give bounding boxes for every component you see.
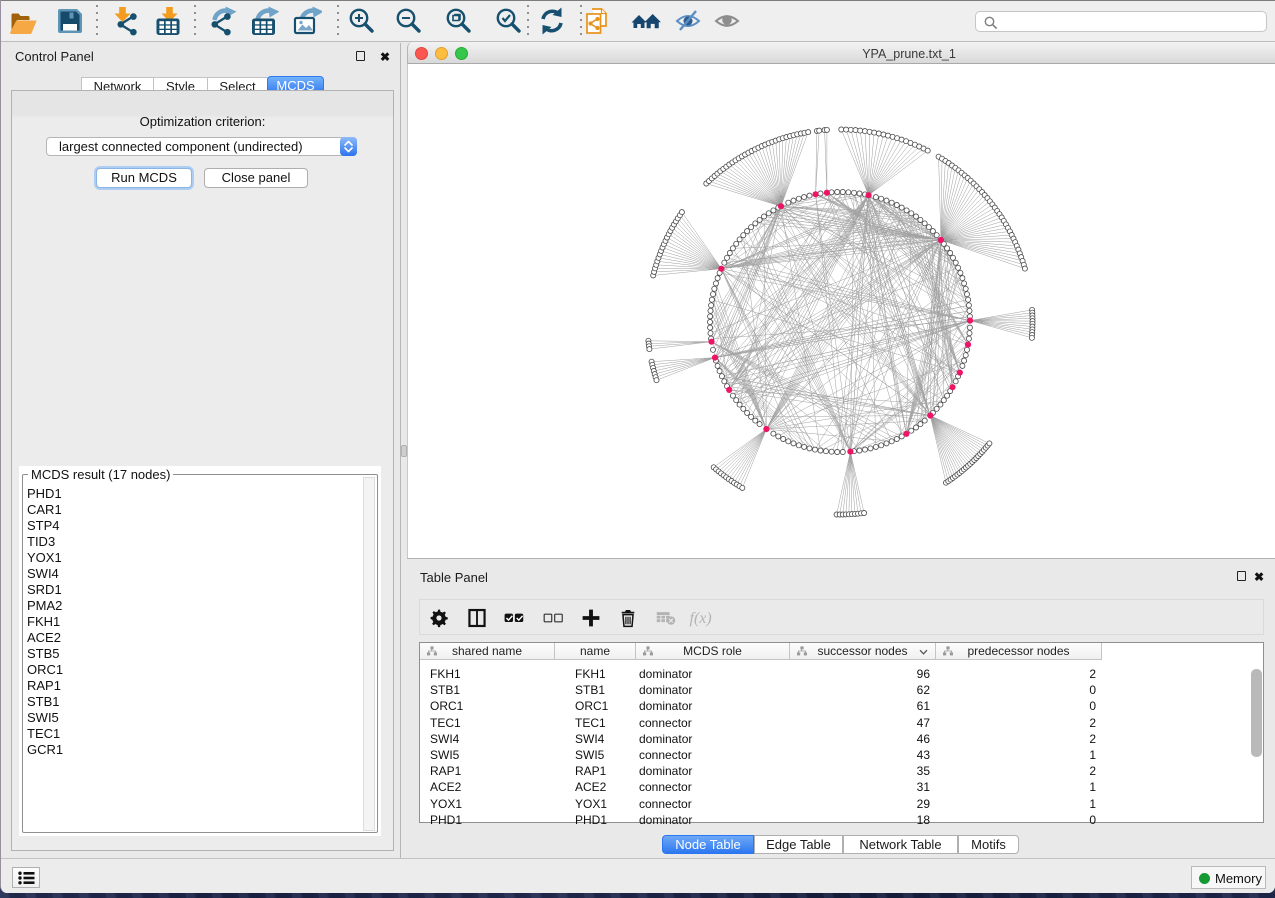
svg-text:f(x): f(x) (690, 610, 712, 627)
